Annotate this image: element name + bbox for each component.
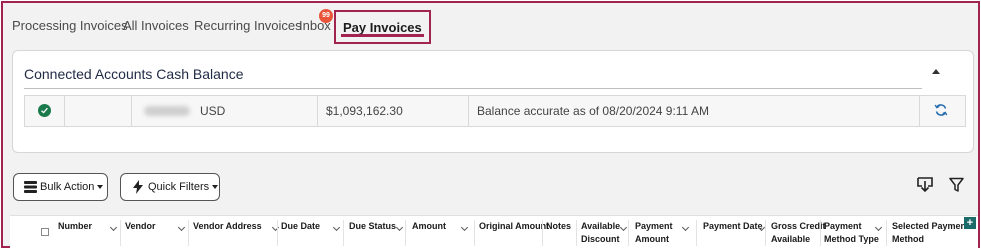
tab-processing-invoices[interactable]: Processing Invoices <box>12 18 128 33</box>
invoice-table-header: Number Vendor Vendor Address Due Date Du… <box>10 215 978 248</box>
redacted-account-name <box>144 106 190 116</box>
column-header-gross-credit-available[interactable]: Gross Credit Available <box>771 220 826 246</box>
select-all-checkbox[interactable] <box>41 228 49 236</box>
balance-accuracy-note: Balance accurate as of 08/20/2024 9:11 A… <box>469 96 920 126</box>
tab-pay-invoices[interactable]: Pay Invoices <box>334 10 431 44</box>
refresh-cell <box>920 96 965 126</box>
cash-balance-card: Connected Accounts Cash Balance USD $1,0… <box>12 50 974 153</box>
tab-pay-invoices-label: Pay Invoices <box>343 20 422 35</box>
add-column-button[interactable]: + <box>964 217 976 229</box>
column-header-due-status[interactable]: Due Status <box>349 220 404 233</box>
active-tab-underline <box>341 34 424 37</box>
column-header-vendor-address[interactable]: Vendor Address <box>193 220 280 233</box>
lightning-icon <box>133 180 143 194</box>
currency-label: USD <box>200 104 226 118</box>
tab-all-invoices[interactable]: All Invoices <box>123 18 189 33</box>
column-header-payment-method-type[interactable]: Payment Method Type <box>824 220 883 246</box>
app-frame: Processing Invoices All Invoices Recurri… <box>1 1 980 248</box>
check-circle-icon <box>38 104 51 117</box>
column-header-available-discount[interactable]: Available Discount <box>581 220 628 246</box>
column-header-original-amount[interactable]: Original Amount <box>479 220 549 233</box>
column-header-notes[interactable]: Notes <box>546 220 571 233</box>
column-header-payment-date[interactable]: Payment Date <box>703 220 766 233</box>
quick-filters-button[interactable]: Quick Filters <box>120 173 220 201</box>
invoice-tabs: Processing Invoices All Invoices Recurri… <box>3 3 978 44</box>
cash-balance-title: Connected Accounts Cash Balance <box>24 66 244 82</box>
quick-filters-caret-icon <box>212 185 219 190</box>
balance-status-cell <box>25 96 65 126</box>
balance-amount: $1,093,162.30 <box>318 96 469 126</box>
bulk-action-caret-icon <box>97 185 104 190</box>
column-header-payment-amount[interactable]: Payment Amount <box>635 220 690 246</box>
tab-recurring-invoices[interactable]: Recurring Invoices <box>194 18 302 33</box>
filter-icon[interactable] <box>949 177 964 193</box>
balance-blank-cell <box>65 96 132 126</box>
bulk-action-button[interactable]: Bulk Action <box>13 173 108 201</box>
list-icon <box>24 181 37 193</box>
column-header-due-date[interactable]: Due Date <box>281 220 341 233</box>
column-header-vendor[interactable]: Vendor <box>125 220 186 233</box>
bulk-action-label: Bulk Action <box>40 181 95 193</box>
inbox-count-badge: 99 <box>319 9 333 23</box>
collapse-caret-icon[interactable] <box>932 69 940 74</box>
column-header-selected-payment-method[interactable]: Selected Payment Method <box>892 220 969 246</box>
column-header-number[interactable]: Number <box>58 220 118 233</box>
card-divider <box>24 88 922 89</box>
quick-filters-label: Quick Filters <box>148 181 210 193</box>
column-header-amount[interactable]: Amount <box>412 220 469 233</box>
account-cell: USD <box>132 96 318 126</box>
refresh-icon[interactable] <box>934 103 948 117</box>
balance-row: USD $1,093,162.30 Balance accurate as of… <box>24 95 966 127</box>
download-icon[interactable] <box>917 177 933 193</box>
